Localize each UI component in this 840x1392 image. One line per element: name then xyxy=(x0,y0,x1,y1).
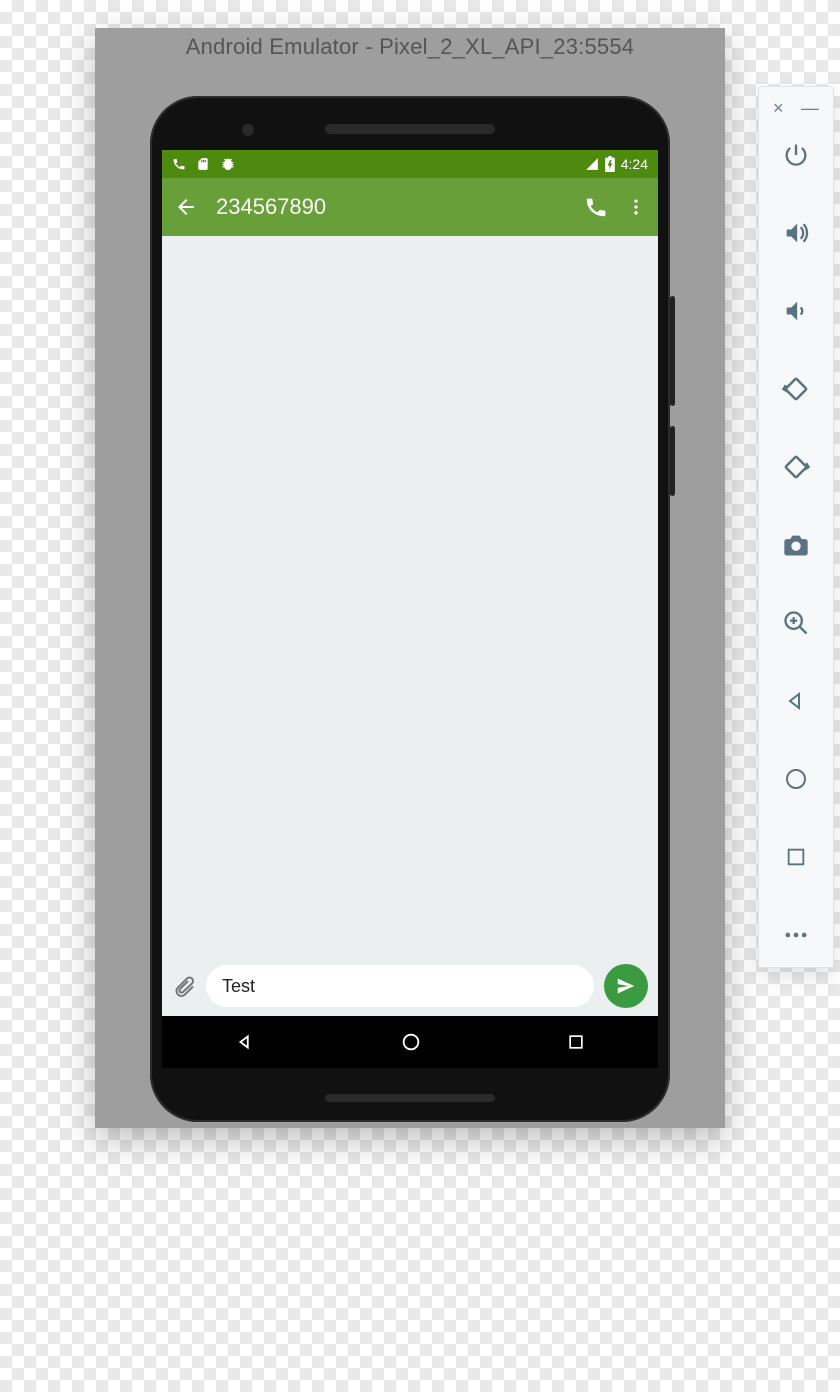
rotate-left-icon[interactable] xyxy=(776,369,816,409)
rotate-right-icon[interactable] xyxy=(776,447,816,487)
message-input-text: Test xyxy=(222,976,255,997)
nav-home-icon[interactable] xyxy=(400,1031,422,1053)
nav-recents-icon[interactable] xyxy=(566,1032,586,1052)
battery-icon xyxy=(605,156,615,172)
phone-bezel: 4:24 234567890 xyxy=(150,96,670,1122)
emulator-window: Android Emulator - Pixel_2_XL_API_23:555… xyxy=(95,28,725,1128)
phone-side-button xyxy=(670,296,675,406)
conversation-title: 234567890 xyxy=(216,194,326,220)
overflow-menu-icon[interactable] xyxy=(626,197,646,217)
overview-nav-icon[interactable] xyxy=(776,837,816,877)
messages-area[interactable] xyxy=(162,236,658,956)
send-button[interactable] xyxy=(604,964,648,1008)
attach-icon[interactable] xyxy=(172,974,196,998)
android-nav-bar xyxy=(162,1016,658,1068)
status-bar: 4:24 xyxy=(162,150,658,178)
phone-camera xyxy=(242,124,254,136)
volume-down-icon[interactable] xyxy=(776,291,816,331)
volume-up-icon[interactable] xyxy=(776,213,816,253)
message-input[interactable]: Test xyxy=(206,965,594,1007)
status-time: 4:24 xyxy=(621,156,648,172)
phone-chin xyxy=(325,1094,495,1102)
more-horiz-icon[interactable] xyxy=(776,915,816,955)
camera-icon[interactable] xyxy=(776,525,816,565)
back-arrow-icon[interactable] xyxy=(174,195,198,219)
nav-back-icon[interactable] xyxy=(234,1031,256,1053)
close-icon[interactable]: × xyxy=(773,99,784,117)
emulator-toolbar: × — xyxy=(758,86,834,968)
call-icon[interactable] xyxy=(584,195,608,219)
compose-bar: Test xyxy=(162,956,658,1016)
signal-icon xyxy=(585,157,599,171)
app-bar: 234567890 xyxy=(162,178,658,236)
power-icon[interactable] xyxy=(776,135,816,175)
minimize-icon[interactable]: — xyxy=(801,99,819,117)
back-nav-icon[interactable] xyxy=(776,681,816,721)
emulator-title: Android Emulator - Pixel_2_XL_API_23:555… xyxy=(95,34,725,60)
zoom-in-icon[interactable] xyxy=(776,603,816,643)
home-nav-icon[interactable] xyxy=(776,759,816,799)
debug-icon xyxy=(220,156,236,172)
phone-earpiece xyxy=(325,124,495,134)
phone-side-button xyxy=(670,426,675,496)
phone-screen: 4:24 234567890 xyxy=(162,150,658,1068)
sd-card-icon xyxy=(196,157,210,171)
phone-icon xyxy=(172,157,186,171)
